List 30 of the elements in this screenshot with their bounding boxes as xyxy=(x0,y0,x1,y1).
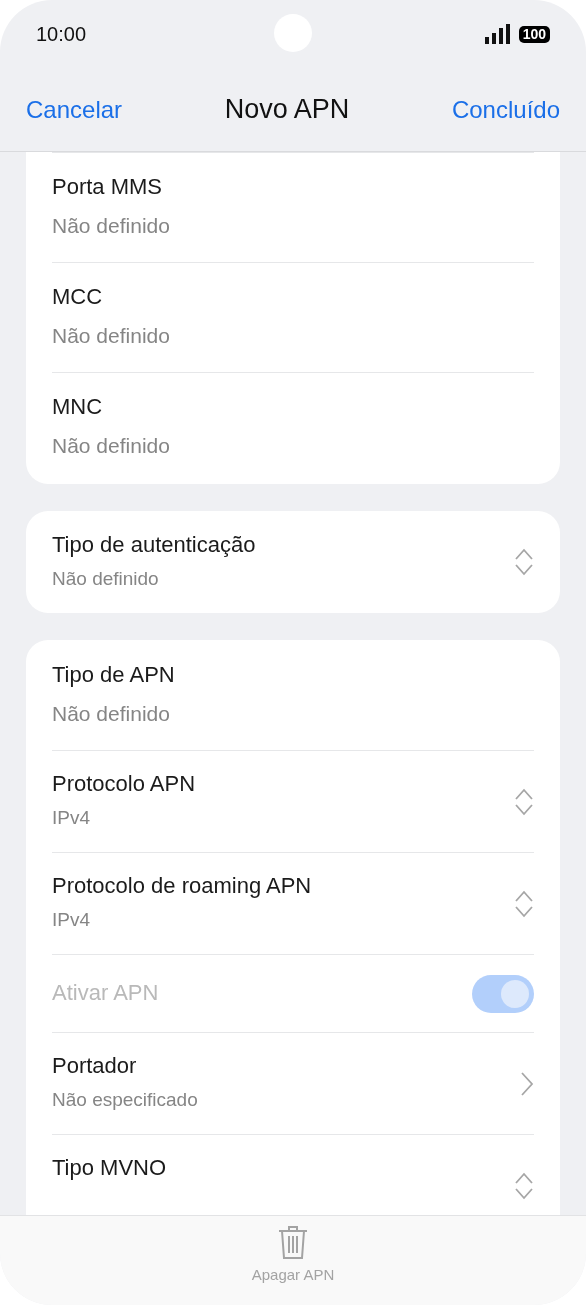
trash-icon xyxy=(278,1224,308,1260)
setting-title: MCC xyxy=(52,283,104,312)
battery-level: 100 xyxy=(518,25,550,43)
setting-title: Tipo de autenticação xyxy=(52,530,257,559)
setting-title: Tipo de APN xyxy=(52,660,176,689)
up-down-icon xyxy=(514,787,534,816)
setting-title: Porta MMS xyxy=(52,173,164,202)
signal-icon xyxy=(484,24,511,44)
status-time: 10:00 xyxy=(36,22,87,47)
setting-title: Tipo MVNO xyxy=(52,1154,168,1183)
setting-title: MNC xyxy=(52,393,104,422)
setting-value[interactable]: Não definido xyxy=(52,320,534,352)
setting-title: Ativar APN xyxy=(52,979,160,1008)
setting-title: Protocolo APN xyxy=(52,770,197,799)
setting-value: Não especificado xyxy=(52,1088,199,1113)
setting-value[interactable]: Não definido xyxy=(52,697,534,730)
screen-title: Novo APN xyxy=(224,93,350,127)
done-button[interactable]: Concluído xyxy=(451,91,560,128)
chevron-right-icon xyxy=(520,1070,534,1097)
cancel-button[interactable]: Cancelar xyxy=(26,91,123,128)
up-down-icon xyxy=(514,1171,534,1200)
up-down-icon xyxy=(514,889,534,918)
setting-value[interactable]: Não definido xyxy=(52,430,534,462)
setting-title: Portador xyxy=(52,1052,138,1081)
setting-value: IPv4 xyxy=(52,806,92,831)
setting-title: Protocolo de roaming APN xyxy=(52,872,313,901)
setting-value: Não definido xyxy=(52,566,160,591)
setting-value: IPv4 xyxy=(52,908,92,933)
setting-value[interactable]: Não definido xyxy=(52,210,534,242)
up-down-icon xyxy=(514,548,534,576)
